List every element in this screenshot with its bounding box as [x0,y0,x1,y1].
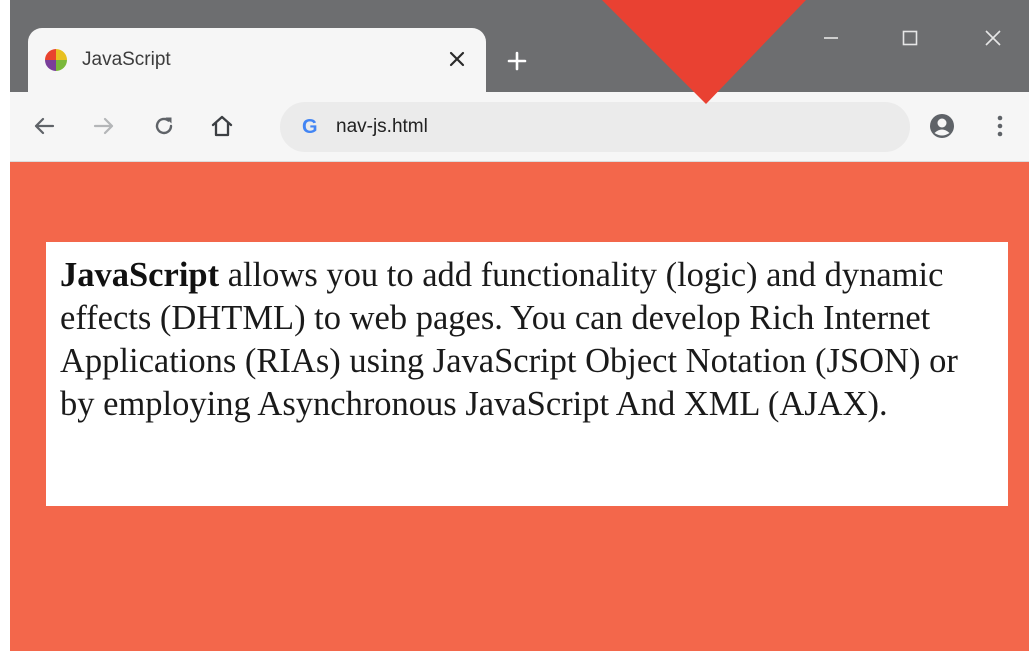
page-viewport: JavaScript allows you to add functionali… [10,162,1029,651]
paragraph-lead: JavaScript [60,256,220,294]
home-icon[interactable] [202,106,242,146]
close-icon[interactable] [440,42,474,76]
browser-window: JavaScript G nav-js.html JavaScript allo… [10,0,1029,651]
content-box: JavaScript allows you to add functionali… [46,242,1008,506]
tab-strip: JavaScript [10,0,1029,92]
tab-title: JavaScript [82,49,171,70]
javascript-pie-icon [45,49,67,71]
tab-javascript[interactable]: JavaScript [28,28,486,92]
browser-toolbar: G nav-js.html [10,92,1029,162]
arrow-left-icon[interactable] [24,106,64,146]
plus-icon[interactable] [500,44,534,78]
address-bar[interactable]: G nav-js.html [280,102,910,152]
minimize-icon[interactable] [808,18,854,58]
address-bar-url[interactable]: nav-js.html [336,115,428,139]
arrow-right-icon[interactable] [84,106,124,146]
kebab-menu-icon[interactable] [980,106,1020,146]
close-window-icon[interactable] [970,18,1016,58]
reload-icon[interactable] [144,106,184,146]
maximize-icon[interactable] [887,18,933,58]
google-g-icon: G [302,116,318,138]
account-icon[interactable] [922,106,962,146]
